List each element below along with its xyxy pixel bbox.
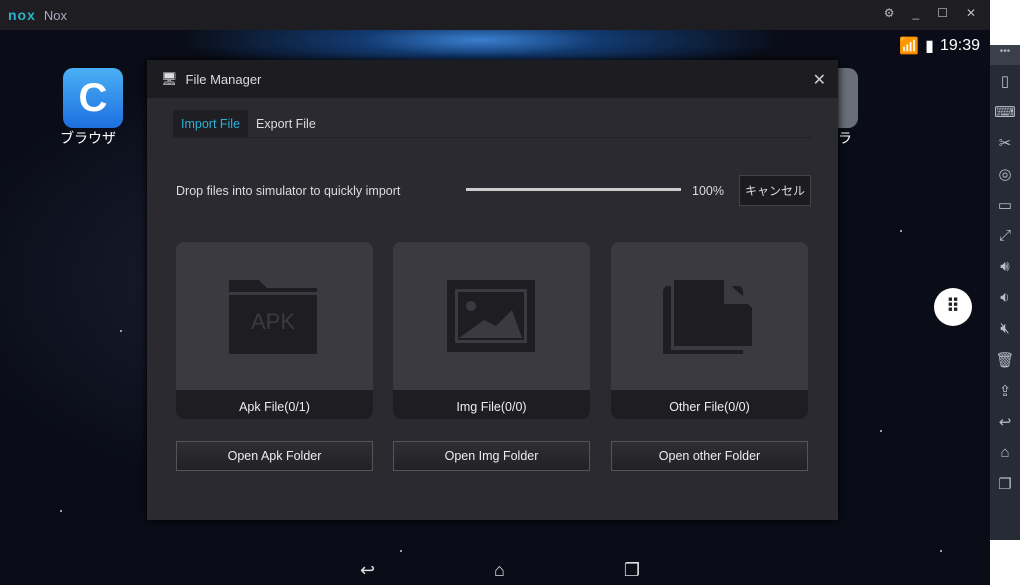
camera-app-icon[interactable] [838, 68, 858, 128]
card-label: Other File(0/0) [611, 390, 808, 419]
image-icon [447, 280, 535, 352]
file-manager-dialog: 🖥 File Manager ✕ Import File Export File… [147, 60, 838, 520]
img-file-dropzone[interactable]: Img File(0/0) [393, 242, 590, 419]
screenshot-icon[interactable]: ✂ [990, 127, 1020, 158]
nox-logo: nox [8, 7, 36, 23]
shake-icon[interactable]: ▯ [990, 65, 1020, 96]
open-apk-folder-button[interactable]: Open Apk Folder [176, 441, 373, 471]
app-label: ブラウザ [60, 130, 116, 146]
mute-icon[interactable]: 🔇︎ [990, 313, 1020, 344]
dialog-title: File Manager [185, 71, 262, 87]
maximize-icon[interactable]: ☐ [937, 6, 948, 20]
open-other-folder-button[interactable]: Open other Folder [611, 441, 808, 471]
back-icon[interactable]: ↩ [360, 560, 375, 581]
cancel-button[interactable]: キャンセル [739, 175, 811, 206]
documents-icon [663, 280, 754, 354]
wifi-icon: 📶 [899, 38, 920, 55]
recent-icon[interactable]: ❐ [990, 468, 1020, 499]
back-icon[interactable]: ↩ [990, 406, 1020, 437]
svg-text:APK: APK [251, 309, 295, 334]
browser-app-icon[interactable]: C [63, 68, 123, 128]
app-title: Nox [43, 7, 68, 23]
card-label: Img File(0/0) [393, 390, 590, 419]
floating-menu-button[interactable]: ⠿ [934, 288, 972, 326]
home-icon[interactable]: ⌂ [494, 560, 505, 581]
install-apk-icon[interactable]: ⇪ [990, 375, 1020, 406]
uninstall-icon[interactable]: 🗑︎ [990, 344, 1020, 375]
title-bar: nox Nox ⚙ _ ☐ ✕ [0, 0, 990, 30]
drop-hint: Drop files into simulator to quickly imp… [176, 184, 401, 198]
dialog-header: 🖥 File Manager [147, 60, 838, 98]
dialog-close-button[interactable]: ✕ [813, 70, 826, 90]
tab-export-file[interactable]: Export File [248, 110, 324, 137]
app-label: ラ [838, 130, 852, 146]
progress-label: 100% [692, 184, 724, 198]
tab-import-file[interactable]: Import File [173, 110, 249, 137]
android-nav-bar: ↩ ⌂ ❐ [360, 560, 640, 581]
progress-bar [466, 188, 681, 191]
apk-file-dropzone[interactable]: APK Apk File(0/1) [176, 242, 373, 419]
volume-up-icon[interactable]: 🔊︎ [990, 251, 1020, 282]
status-bar: 📶 ▮ 19:39 [899, 36, 980, 56]
screen-icon[interactable]: ▭ [990, 189, 1020, 220]
volume-down-icon[interactable]: 🔉︎ [990, 282, 1020, 313]
minimize-icon[interactable]: _ [912, 6, 919, 20]
android-screen: 📶 ▮ 19:39 C ブラウザ ラ 🖥 File Manager ✕ Impo… [0, 30, 990, 585]
recent-apps-icon[interactable]: ❐ [624, 560, 640, 581]
keyboard-icon[interactable]: ⌨ [990, 96, 1020, 127]
battery-icon: ▮ [925, 38, 934, 55]
toolbar-sidebar: ••• ▯ ⌨ ✂ ◎ ▭ ⤢ 🔊︎ 🔉︎ 🔇︎ 🗑︎ ⇪ ↩ ⌂ ❐ [990, 45, 1020, 540]
card-label: Apk File(0/1) [176, 390, 373, 419]
home-icon[interactable]: ⌂ [990, 437, 1020, 468]
tab-bar: Import File Export File [173, 110, 812, 138]
location-icon[interactable]: ◎ [990, 158, 1020, 189]
close-icon[interactable]: ✕ [966, 6, 976, 20]
more-button[interactable]: ••• [990, 45, 1020, 65]
file-manager-icon: 🖥 [161, 71, 178, 86]
clock: 19:39 [939, 37, 980, 54]
apk-folder-icon: APK [229, 280, 317, 354]
other-file-dropzone[interactable]: Other File(0/0) [611, 242, 808, 419]
settings-icon[interactable]: ⚙ [884, 6, 895, 20]
fullscreen-icon[interactable]: ⤢ [990, 220, 1020, 251]
open-img-folder-button[interactable]: Open Img Folder [393, 441, 590, 471]
